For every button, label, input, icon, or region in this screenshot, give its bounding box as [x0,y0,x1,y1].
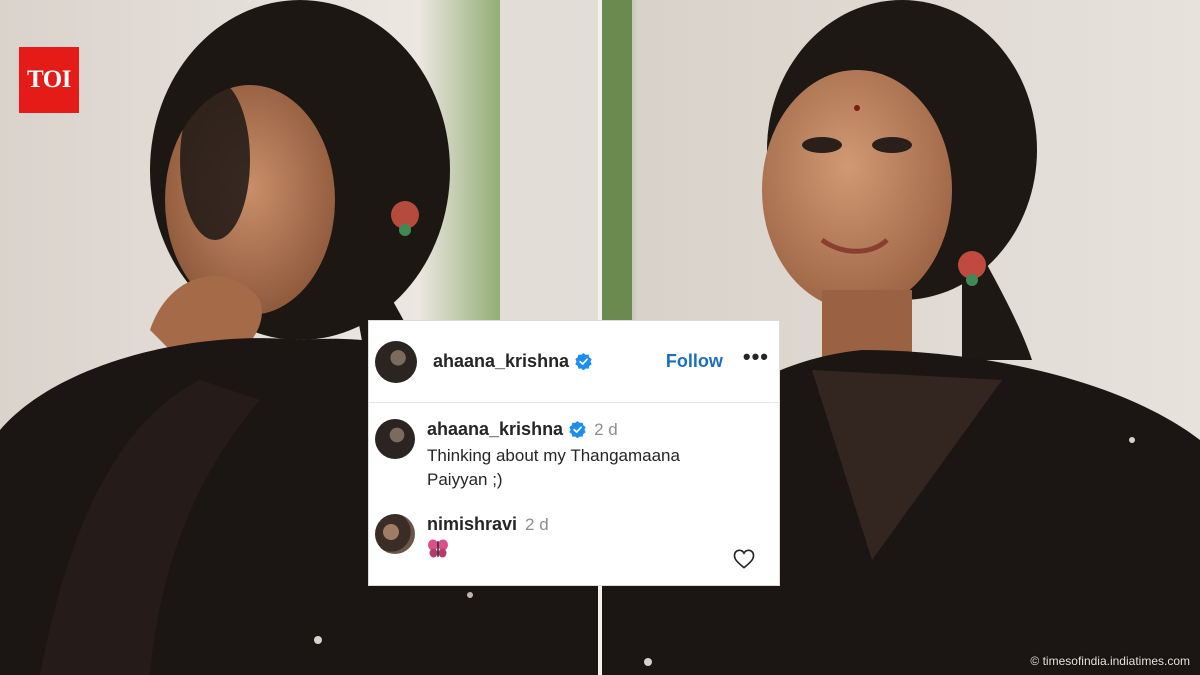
toi-logo: TOI [19,47,79,113]
watermark: © timesofindia.indiatimes.com [1030,654,1190,668]
more-options-icon[interactable]: ••• [743,344,769,370]
verified-badge-icon [569,421,586,438]
reply-comment: nimishravi 2 d [369,514,779,564]
comment-timestamp: 2 d [525,514,549,534]
follow-button[interactable]: Follow [666,351,723,372]
post-username[interactable]: ahaana_krishna [433,351,592,372]
comment-meta: nimishravi 2 d [427,514,549,535]
avatar[interactable] [375,514,415,554]
comment-body: ahaana_krishna 2 d Thinking about my Tha… [427,419,727,492]
comment-body: nimishravi 2 d [427,514,549,564]
comment-username[interactable]: nimishravi [427,514,517,535]
comment-timestamp: 2 d [594,419,618,439]
instagram-post-card: ahaana_krishna Follow ••• ahaana_krishna… [368,320,780,586]
post-username-text: ahaana_krishna [433,351,570,371]
comment-username[interactable]: ahaana_krishna [427,419,563,440]
avatar[interactable] [375,340,417,383]
comment-meta: ahaana_krishna 2 d [427,419,727,440]
verified-badge-icon [575,353,592,370]
post-header: ahaana_krishna Follow ••• [369,321,779,403]
caption-text: Thinking about my Thangamaana Paiyyan ;) [427,446,680,489]
caption-comment: ahaana_krishna 2 d Thinking about my Tha… [369,419,779,492]
avatar[interactable] [375,419,415,459]
butterfly-icon [428,539,448,558]
like-heart-icon[interactable] [733,549,755,569]
